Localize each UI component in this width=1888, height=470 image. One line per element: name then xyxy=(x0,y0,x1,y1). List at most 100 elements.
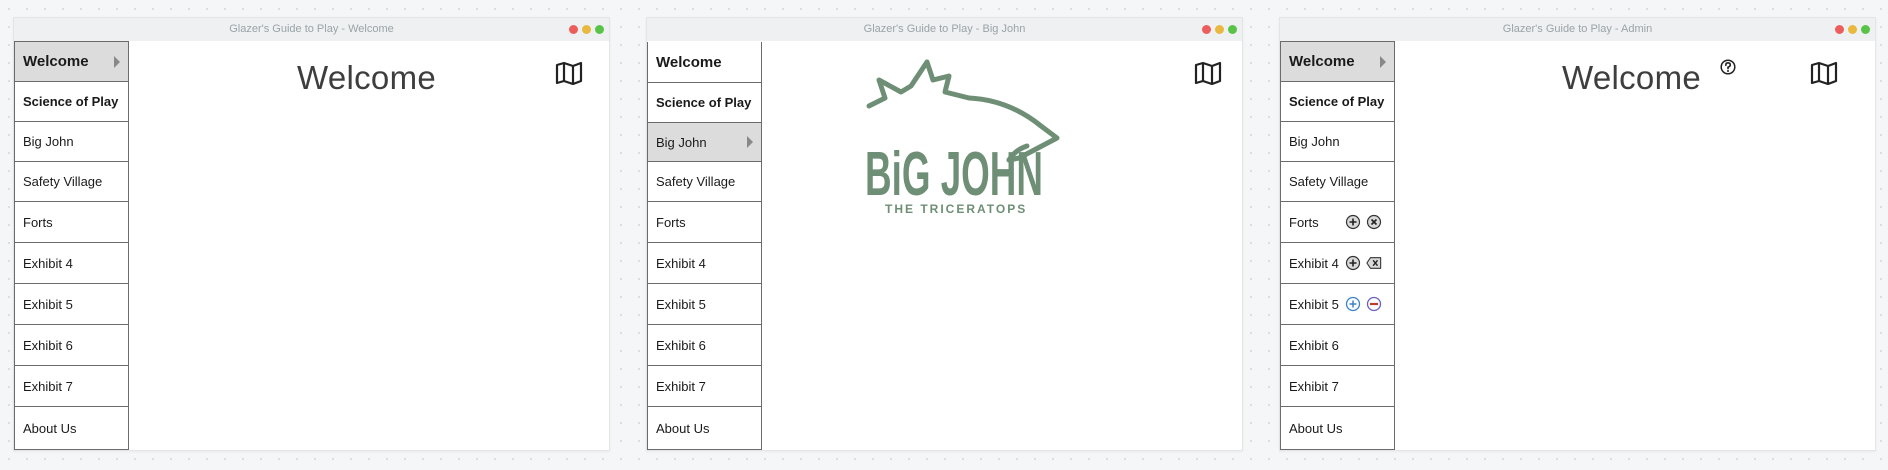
sidebar-item-label: Big John xyxy=(23,134,74,149)
sidebar-item-exhibit-7[interactable]: Exhibit 7 xyxy=(1281,366,1394,407)
sidebar-item-science-of-play[interactable]: Science of Play xyxy=(15,82,128,122)
sidebar-item-label: Welcome xyxy=(656,53,722,71)
logo-main-text: BiG JOHN xyxy=(865,140,1043,209)
map-icon[interactable] xyxy=(1194,61,1222,85)
window-titlebar: Glazer's Guide to Play - Welcome xyxy=(14,18,609,41)
window-controls xyxy=(1202,18,1237,41)
window-title: Glazer's Guide to Play - Welcome xyxy=(229,23,394,35)
sidebar-item-big-john[interactable]: Big John xyxy=(15,122,128,162)
maximize-window-button[interactable] xyxy=(1228,25,1237,34)
plus-circle-icon[interactable] xyxy=(1345,214,1361,230)
sidebar-item-label: About Us xyxy=(1289,420,1343,436)
sidebar-item-welcome[interactable]: Welcome xyxy=(648,42,761,83)
item-admin-controls xyxy=(1345,255,1382,271)
caret-right-icon xyxy=(747,136,753,148)
plus-circle-icon[interactable] xyxy=(1345,296,1361,312)
item-admin-controls xyxy=(1345,296,1382,312)
sidebar-item-safety-village[interactable]: Safety Village xyxy=(648,162,761,202)
minus-circle-icon[interactable] xyxy=(1366,296,1382,312)
logo-sub-text: THE TRICERATOPS xyxy=(885,202,1027,216)
sidebar-item-exhibit-4[interactable]: Exhibit 4 xyxy=(1281,243,1394,284)
sidebar-item-label: Forts xyxy=(23,214,53,230)
window-controls xyxy=(569,18,604,41)
sidebar-item-label: About Us xyxy=(656,420,710,436)
sidebar-item-label: Forts xyxy=(1289,214,1319,230)
sidebar-item-science-of-play[interactable]: Science of Play xyxy=(648,83,761,123)
sidebar-item-science-of-play[interactable]: Science of Play xyxy=(1281,82,1394,122)
maximize-window-button[interactable] xyxy=(595,25,604,34)
sidebar-item-label: Exhibit 7 xyxy=(1289,378,1339,394)
sidebar-item-label: Welcome xyxy=(1289,53,1355,70)
sidebar-item-welcome[interactable]: Welcome xyxy=(14,41,129,82)
sidebar-item-label: Welcome xyxy=(23,53,89,70)
close-window-button[interactable] xyxy=(1835,25,1844,34)
sidebar-item-label: Exhibit 6 xyxy=(656,337,706,353)
sidebar-item-exhibit-5[interactable]: Exhibit 5 xyxy=(648,284,761,325)
sidebar-item-exhibit-7[interactable]: Exhibit 7 xyxy=(15,366,128,407)
sidebar-item-label: Forts xyxy=(656,214,686,230)
minimize-window-button[interactable] xyxy=(1848,25,1857,34)
sidebar-nav: Welcome Science of Play Big John Safety … xyxy=(1280,41,1395,450)
sidebar-item-label: Exhibit 5 xyxy=(1289,296,1339,312)
sidebar-item-label: Exhibit 4 xyxy=(23,255,73,271)
sidebar-item-label: Safety Village xyxy=(1289,174,1369,189)
sidebar-item-forts[interactable]: Forts xyxy=(648,202,761,243)
caret-right-icon xyxy=(1380,55,1386,68)
sidebar-item-big-john[interactable]: Big John xyxy=(1281,122,1394,162)
sidebar-item-welcome[interactable]: Welcome xyxy=(1280,41,1395,82)
sidebar-nav: Welcome Science of Play Big John Safety … xyxy=(647,42,762,450)
sidebar-item-about-us[interactable]: About Us xyxy=(15,407,128,449)
sidebar-item-forts[interactable]: Forts xyxy=(1281,202,1394,243)
plus-circle-icon[interactable] xyxy=(1345,255,1361,271)
sidebar-item-label: Safety Village xyxy=(23,174,103,189)
sidebar-item-big-john[interactable]: Big John xyxy=(647,122,762,162)
close-window-button[interactable] xyxy=(569,25,578,34)
sidebar-item-exhibit-6[interactable]: Exhibit 6 xyxy=(648,325,761,366)
window-titlebar: Glazer's Guide to Play - Admin xyxy=(1280,18,1875,41)
sidebar-item-label: Science of Play xyxy=(656,95,752,110)
sidebar-item-label: Exhibit 6 xyxy=(23,337,73,353)
minimize-window-button[interactable] xyxy=(1215,25,1224,34)
window-controls xyxy=(1835,18,1870,41)
sidebar-item-exhibit-6[interactable]: Exhibit 6 xyxy=(15,325,128,366)
sidebar-item-exhibit-6[interactable]: Exhibit 6 xyxy=(1281,325,1394,366)
sidebar-item-safety-village[interactable]: Safety Village xyxy=(15,162,128,202)
sidebar-nav: Welcome Science of Play Big John Safety … xyxy=(14,41,129,450)
item-admin-controls xyxy=(1345,214,1382,230)
sidebar-item-label: Exhibit 4 xyxy=(656,255,706,271)
sidebar-item-label: Exhibit 7 xyxy=(23,378,73,394)
big-john-window: Glazer's Guide to Play - Big John Welcom… xyxy=(646,17,1243,451)
question-circle-icon[interactable] xyxy=(1720,59,1736,75)
welcome-window: Glazer's Guide to Play - Welcome Welcome… xyxy=(13,17,610,451)
window-title: Glazer's Guide to Play - Big John xyxy=(863,23,1026,35)
sidebar-item-exhibit-5[interactable]: Exhibit 5 xyxy=(15,284,128,325)
sidebar-item-about-us[interactable]: About Us xyxy=(1281,407,1394,449)
page-title: Welcome xyxy=(297,59,437,96)
sidebar-item-label: Science of Play xyxy=(23,94,119,109)
sidebar-item-exhibit-4[interactable]: Exhibit 4 xyxy=(15,243,128,284)
sidebar-item-label: Safety Village xyxy=(656,174,736,189)
page-title: Welcome xyxy=(1562,59,1702,96)
map-icon[interactable] xyxy=(555,61,583,85)
x-circle-icon[interactable] xyxy=(1366,214,1382,230)
sidebar-item-exhibit-5[interactable]: Exhibit 5 xyxy=(1281,284,1394,325)
big-john-logo: BiG JOHN THE TRICERATOPS xyxy=(865,59,1060,216)
map-icon[interactable] xyxy=(1810,61,1838,85)
backspace-icon[interactable] xyxy=(1366,255,1382,271)
sidebar-item-label: Exhibit 7 xyxy=(656,378,706,394)
sidebar-item-label: Big John xyxy=(1289,134,1340,149)
sidebar-item-safety-village[interactable]: Safety Village xyxy=(1281,162,1394,202)
window-title: Glazer's Guide to Play - Admin xyxy=(1502,23,1653,35)
sidebar-item-label: Exhibit 4 xyxy=(1289,255,1339,271)
sidebar-item-exhibit-4[interactable]: Exhibit 4 xyxy=(648,243,761,284)
sidebar-item-label: Science of Play xyxy=(1289,94,1385,109)
sidebar-item-forts[interactable]: Forts xyxy=(15,202,128,243)
maximize-window-button[interactable] xyxy=(1861,25,1870,34)
sidebar-item-about-us[interactable]: About Us xyxy=(648,407,761,449)
sidebar-item-label: About Us xyxy=(23,420,77,436)
sidebar-item-label: Exhibit 5 xyxy=(23,296,73,312)
sidebar-item-exhibit-7[interactable]: Exhibit 7 xyxy=(648,366,761,407)
minimize-window-button[interactable] xyxy=(582,25,591,34)
admin-window: Glazer's Guide to Play - Admin Welcome S… xyxy=(1279,17,1876,451)
close-window-button[interactable] xyxy=(1202,25,1211,34)
